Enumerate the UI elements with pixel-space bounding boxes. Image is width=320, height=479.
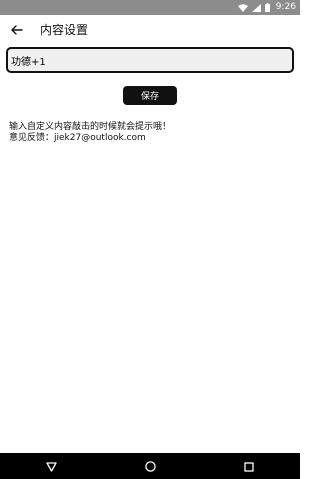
- nav-recents-button[interactable]: [234, 453, 264, 479]
- nav-home-button[interactable]: [135, 453, 165, 479]
- battery-icon: [264, 3, 270, 12]
- content-input[interactable]: [11, 49, 292, 71]
- save-button[interactable]: 保存: [123, 86, 177, 105]
- back-triangle-icon: [45, 457, 57, 476]
- signal-icon: [251, 3, 261, 12]
- back-button[interactable]: [2, 15, 32, 43]
- app-bar: 内容设置: [0, 15, 300, 43]
- screen: 9:26 内容设置 保存 输入自定义内容敲击的时候就会提示哦！ 意见反馈：jie…: [0, 0, 300, 479]
- hint-text: 输入自定义内容敲击的时候就会提示哦！ 意见反馈：jiek27@outlook.c…: [9, 122, 171, 144]
- arrow-left-icon: [11, 20, 23, 39]
- recents-square-icon: [244, 457, 254, 476]
- hint-line-instruction: 输入自定义内容敲击的时候就会提示哦！: [9, 122, 172, 132]
- status-bar: 9:26: [0, 0, 300, 15]
- home-circle-icon: [144, 457, 156, 476]
- nav-back-button[interactable]: [36, 453, 66, 479]
- wifi-icon: [237, 3, 248, 12]
- nav-bar: [0, 453, 300, 479]
- status-time: 9:26: [275, 2, 296, 12]
- hint-line-feedback: 意见反馈：jiek27@outlook.com: [9, 133, 146, 143]
- content-input-box[interactable]: [6, 47, 294, 73]
- page-title: 内容设置: [40, 22, 89, 37]
